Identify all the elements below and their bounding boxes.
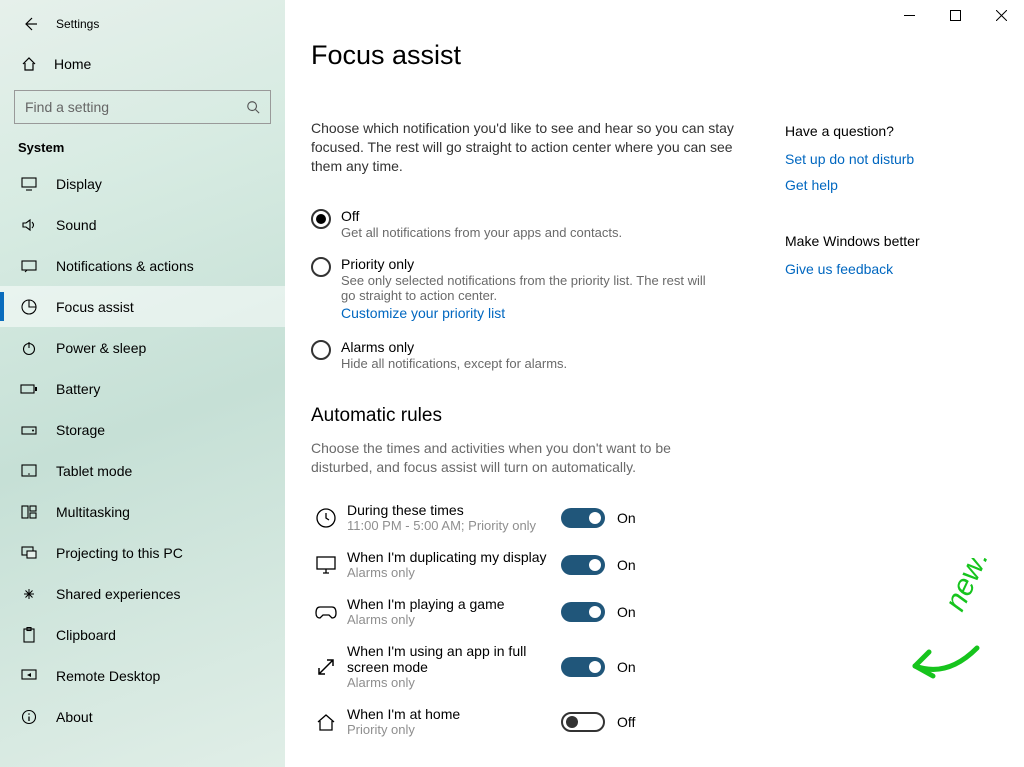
automatic-rules-description: Choose the times and activities when you… <box>311 439 691 477</box>
search-icon <box>246 100 260 114</box>
sound-icon <box>20 218 38 232</box>
radio-icon <box>311 340 331 360</box>
titlebar-left: Settings <box>0 8 285 40</box>
search-placeholder: Find a setting <box>25 99 246 115</box>
tablet-icon <box>20 464 38 478</box>
radio-icon <box>311 257 331 277</box>
radio-alarms-only[interactable]: Alarms only Hide all notifications, exce… <box>311 333 741 381</box>
close-button[interactable] <box>978 0 1024 30</box>
fullscreen-icon <box>311 656 341 678</box>
power-icon <box>20 340 38 356</box>
search-input[interactable]: Find a setting <box>14 90 271 124</box>
rule-playing-game[interactable]: When I'm playing a gameAlarms only On <box>311 588 741 635</box>
help-heading: Have a question? <box>785 123 1015 139</box>
help-link[interactable]: Get help <box>785 177 1015 193</box>
sidebar: Settings Home Find a setting System Disp… <box>0 0 285 767</box>
toggle-game[interactable] <box>561 602 605 622</box>
nav-item-battery[interactable]: Battery <box>0 368 285 409</box>
clock-icon <box>311 507 341 529</box>
dnd-link[interactable]: Set up do not disturb <box>785 151 1015 167</box>
gamepad-icon <box>311 603 341 621</box>
radio-priority-only[interactable]: Priority only See only selected notifica… <box>311 250 741 333</box>
content-area: Focus assist Choose which notification y… <box>285 0 1024 767</box>
rule-during-times[interactable]: During these times11:00 PM - 5:00 AM; Pr… <box>311 494 741 541</box>
feedback-link[interactable]: Give us feedback <box>785 261 1015 277</box>
nav-item-clipboard[interactable]: Clipboard <box>0 614 285 655</box>
nav-item-power[interactable]: Power & sleep <box>0 327 285 368</box>
customize-priority-link[interactable]: Customize your priority list <box>341 305 505 321</box>
clipboard-icon <box>20 627 38 643</box>
rule-at-home[interactable]: When I'm at homePriority only Off <box>311 698 741 745</box>
sidebar-nav: Display Sound Notifications & actions Fo… <box>0 163 285 767</box>
toggle-home[interactable] <box>561 712 605 732</box>
nav-item-focus-assist[interactable]: Focus assist <box>0 286 285 327</box>
nav-item-notifications[interactable]: Notifications & actions <box>0 245 285 286</box>
toggle-fullscreen[interactable] <box>561 657 605 677</box>
monitor-icon <box>311 555 341 575</box>
home-icon <box>20 56 38 72</box>
nav-item-display[interactable]: Display <box>0 163 285 204</box>
page-description: Choose which notification you'd like to … <box>311 119 741 176</box>
home-rule-icon <box>311 712 341 732</box>
focus-mode-radio-group: Off Get all notifications from your apps… <box>311 202 741 381</box>
multitasking-icon <box>20 505 38 519</box>
rule-duplicating-display[interactable]: When I'm duplicating my displayAlarms on… <box>311 541 741 588</box>
about-icon <box>20 709 38 725</box>
nav-item-shared[interactable]: Shared experiences <box>0 573 285 614</box>
sidebar-section: System <box>0 134 285 163</box>
nav-item-remote[interactable]: Remote Desktop <box>0 655 285 696</box>
radio-off[interactable]: Off Get all notifications from your apps… <box>311 202 741 250</box>
window-title: Settings <box>56 17 99 31</box>
toggle-during-times[interactable] <box>561 508 605 528</box>
minimize-button[interactable] <box>886 0 932 30</box>
back-button[interactable] <box>22 16 38 32</box>
nav-item-storage[interactable]: Storage <box>0 409 285 450</box>
feedback-heading: Make Windows better <box>785 233 1015 249</box>
rule-fullscreen-app[interactable]: When I'm using an app in full screen mod… <box>311 635 741 698</box>
nav-item-tablet[interactable]: Tablet mode <box>0 450 285 491</box>
shared-icon <box>20 586 38 602</box>
automatic-rules-heading: Automatic rules <box>311 405 741 427</box>
toggle-duplicating[interactable] <box>561 555 605 575</box>
remote-icon <box>20 669 38 683</box>
battery-icon <box>20 383 38 395</box>
page-title: Focus assist <box>311 40 1024 71</box>
nav-item-projecting[interactable]: Projecting to this PC <box>0 532 285 573</box>
display-icon <box>20 177 38 191</box>
focus-assist-icon <box>20 299 38 315</box>
maximize-button[interactable] <box>932 0 978 30</box>
nav-item-multitasking[interactable]: Multitasking <box>0 491 285 532</box>
window-controls <box>886 0 1024 30</box>
radio-icon <box>311 209 331 229</box>
nav-item-about[interactable]: About <box>0 696 285 737</box>
notifications-icon <box>20 259 38 273</box>
nav-home-label: Home <box>54 56 91 72</box>
nav-home[interactable]: Home <box>0 44 285 84</box>
nav-item-sound[interactable]: Sound <box>0 204 285 245</box>
projecting-icon <box>20 546 38 560</box>
storage-icon <box>20 424 38 436</box>
